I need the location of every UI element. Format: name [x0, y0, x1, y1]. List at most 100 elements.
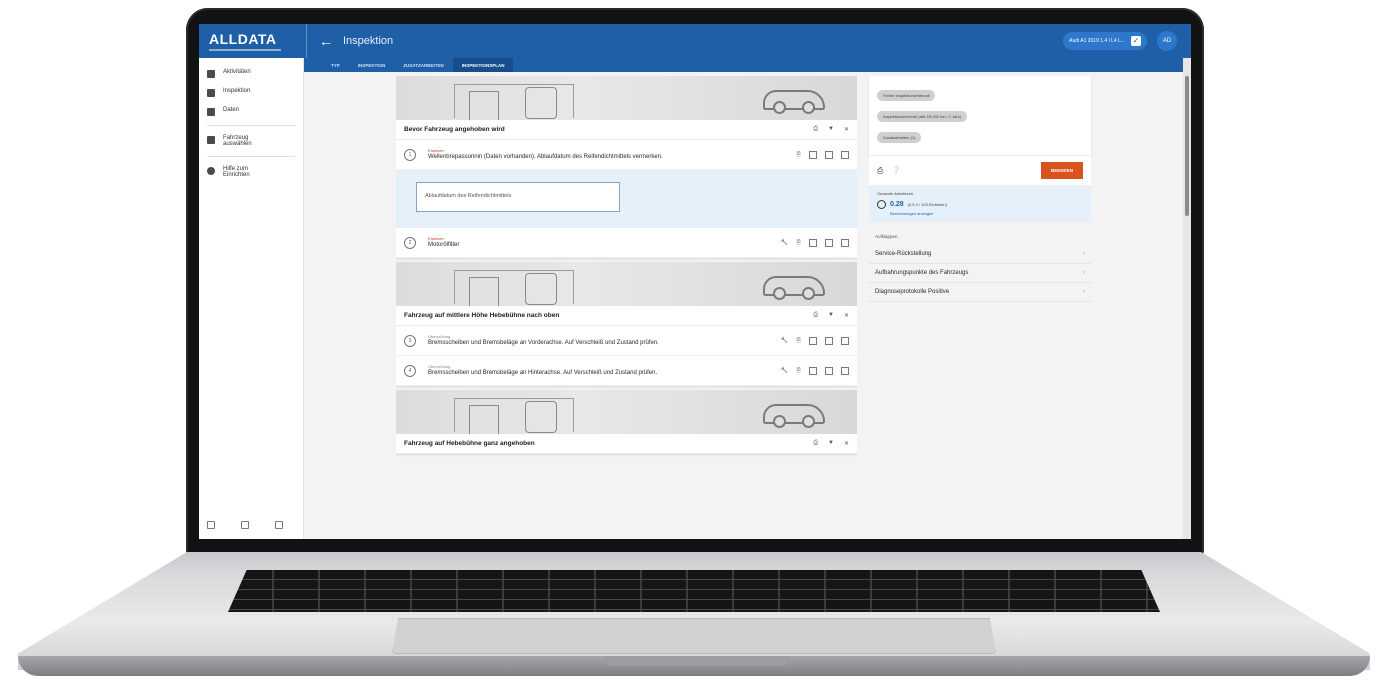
sealant-date-input[interactable]: Ablaufdatum des Reifendichtmittels	[416, 182, 620, 212]
checkbox-attention[interactable]	[825, 366, 833, 375]
alldata-logo[interactable]: ALLDATA	[199, 24, 307, 58]
list-item: 1 Ersetzen Wellenbrepassonnin (Daten vor…	[396, 140, 857, 170]
laptop-frame: ALLDATA ← Inspektion Audi A1 2019 1.4 l …	[0, 0, 1385, 691]
wrench-icon[interactable]: 🔧	[781, 239, 788, 246]
logo-underline	[209, 49, 281, 51]
list-item: 3 Überprüfung Bremsscheiben und Bremsbel…	[396, 326, 857, 356]
checkbox-ok[interactable]	[809, 366, 817, 375]
screen: ALLDATA ← Inspektion Audi A1 2019 1.4 l …	[199, 24, 1191, 539]
checklist-section: Fahrzeug auf mittlere Höhe Hebebühne nac…	[396, 262, 857, 386]
tab-inspektion[interactable]: INSPEKTION	[349, 58, 395, 72]
vehicle-selector[interactable]: Audi A1 2019 1.4 l L4 L... ✓	[1063, 32, 1147, 50]
chip-additional-work[interactable]: Zusatzarbeiten (1)	[877, 132, 922, 143]
show-calculations-link[interactable]: Berechnungen anzeigen	[890, 211, 1083, 216]
step-body: Ersetzen Motorölfilter	[428, 236, 773, 250]
avatar[interactable]: AD	[1157, 31, 1177, 51]
checkbox-ok[interactable]	[809, 238, 817, 247]
section-title: Bevor Fahrzeug angehoben wird	[404, 126, 505, 133]
close-icon[interactable]: ✕	[844, 440, 849, 447]
section-header: Bevor Fahrzeug angehoben wird ⎙ ▼ ✕	[396, 120, 857, 140]
step-text: Bremsscheiben und Bremsbeläge an Vordera…	[428, 339, 659, 346]
checkbox-fail[interactable]	[841, 366, 849, 375]
close-icon[interactable]: ✕	[844, 312, 849, 319]
link-lift-points[interactable]: Aufbahrungspunkte des Fahrzeugs ›	[869, 264, 1091, 283]
tab-inspektionsplan[interactable]: INSPEKTIONSPLAN	[452, 58, 514, 72]
wrench-icon[interactable]: 🔧	[781, 337, 788, 344]
logo-text: ALLDATA	[209, 31, 277, 47]
checkbox-attention[interactable]	[825, 336, 833, 345]
clock-icon	[877, 200, 886, 209]
print-icon[interactable]: ⎙	[813, 440, 818, 447]
document-icon[interactable]: 🗎	[796, 366, 801, 376]
scroll-thumb[interactable]	[1185, 76, 1189, 216]
sidebar-divider	[207, 125, 295, 126]
checkbox-fail[interactable]	[841, 336, 849, 345]
exit-icon[interactable]	[275, 521, 283, 529]
step-tools: 🗎	[796, 150, 849, 160]
checkbox-ok[interactable]	[809, 150, 817, 159]
help-icon	[207, 167, 215, 175]
print-icon[interactable]: ⎙	[813, 312, 818, 319]
finish-button[interactable]: BEENDEN	[1040, 162, 1083, 179]
link-diagnostics[interactable]: Diagnoseprotokolle Positive ›	[869, 283, 1091, 302]
link-label: Diagnoseprotokolle Positive	[875, 289, 950, 295]
settings-icon[interactable]	[207, 521, 215, 529]
step-tools: 🔧 🗎	[781, 336, 849, 346]
labor-time-label: Gesamte Arbeitszeit	[877, 191, 913, 196]
checkbox-icon: ✓	[1131, 36, 1141, 46]
wrench-icon	[207, 108, 215, 116]
checkbox-attention[interactable]	[825, 238, 833, 247]
sidebar-item-label: Hilfe zum Einrichten	[223, 166, 250, 178]
document-icon[interactable]: 🗎	[796, 336, 801, 346]
chip-interval[interactable]: Inspektionsintervall (alle 15.000 km / 1…	[877, 111, 968, 122]
page-title: Inspektion	[343, 35, 394, 47]
step-tools: 🔧 🗎	[781, 366, 849, 376]
sidebar-item-inspektion[interactable]: Inspektion	[199, 83, 303, 102]
step-body: Ersetzen Wellenbrepassonnin (Daten vorha…	[428, 148, 788, 162]
tab-typ[interactable]: TYP	[322, 58, 349, 72]
step-text: Motorölfilter	[428, 241, 460, 248]
step-body: Überprüfung Bremsscheiben und Bremsbeläg…	[428, 334, 773, 348]
filter-icon[interactable]: ▼	[828, 312, 834, 319]
chip-interval-error[interactable]: Fehler Inspektionsintervall	[877, 90, 936, 101]
section-actions: ⎙ ▼ ✕	[813, 126, 849, 133]
summary-panel: Fehler Inspektionsintervall Inspektionsi…	[869, 76, 1091, 539]
chevron-right-icon: ›	[1083, 270, 1085, 276]
checkbox-fail[interactable]	[841, 238, 849, 247]
scrollbar[interactable]	[1183, 58, 1191, 539]
checklist-section: Bevor Fahrzeug angehoben wird ⎙ ▼ ✕ 1 Er…	[396, 76, 857, 258]
checkbox-fail[interactable]	[841, 150, 849, 159]
sidebar-item-label: Daten	[223, 107, 240, 113]
help-icon[interactable]: ❔	[891, 166, 901, 175]
vehicle-label: Audi A1 2019 1.4 l L4 L...	[1069, 38, 1125, 44]
section-header: Fahrzeug auf mittlere Höhe Hebebühne nac…	[396, 306, 857, 326]
filter-icon[interactable]: ▼	[828, 126, 834, 133]
section-header: Fahrzeug auf Hebebühne ganz angehoben ⎙ …	[396, 434, 857, 454]
link-service-reset[interactable]: Service-Rückstellung ›	[869, 245, 1091, 264]
sidebar-item-hilfe[interactable]: Hilfe zum Einrichten	[199, 161, 303, 183]
step-body: Überprüfung Bremsscheiben und Bremsbeläg…	[428, 364, 773, 378]
tab-zusatzarbeiten[interactable]: ZUSATZARBEITEN	[394, 58, 452, 72]
close-icon[interactable]: ✕	[844, 126, 849, 133]
step-number: 3	[404, 334, 416, 347]
car-icon	[207, 136, 215, 144]
section-actions: ⎙ ▼ ✕	[813, 312, 849, 319]
section-illustration	[396, 262, 857, 306]
back-arrow-icon[interactable]: ←	[319, 33, 333, 49]
print-icon[interactable]: ⎙	[877, 166, 883, 176]
action-bar: ⎙ ❔ BEENDEN	[869, 155, 1091, 185]
flag-icon[interactable]	[241, 521, 249, 529]
section-actions: ⎙ ▼ ✕	[813, 440, 849, 447]
filter-icon[interactable]: ▼	[828, 440, 834, 447]
sidebar-item-daten[interactable]: Daten	[199, 102, 303, 121]
checkbox-ok[interactable]	[809, 336, 817, 345]
wrench-icon[interactable]: 🔧	[781, 367, 788, 374]
document-icon[interactable]: 🗎	[796, 238, 801, 248]
sidebar-item-aktivitaeten[interactable]: Aktivitäten	[199, 64, 303, 83]
checkbox-attention[interactable]	[825, 150, 833, 159]
sidebar-item-fahrzeug[interactable]: Fahrzeug auswählen	[199, 130, 303, 152]
print-icon[interactable]: ⎙	[813, 126, 818, 133]
step-text: Bremsscheiben und Bremsbeläge an Hintera…	[428, 369, 658, 376]
document-icon[interactable]: 🗎	[796, 150, 801, 160]
keyboard-rows	[228, 570, 1160, 612]
